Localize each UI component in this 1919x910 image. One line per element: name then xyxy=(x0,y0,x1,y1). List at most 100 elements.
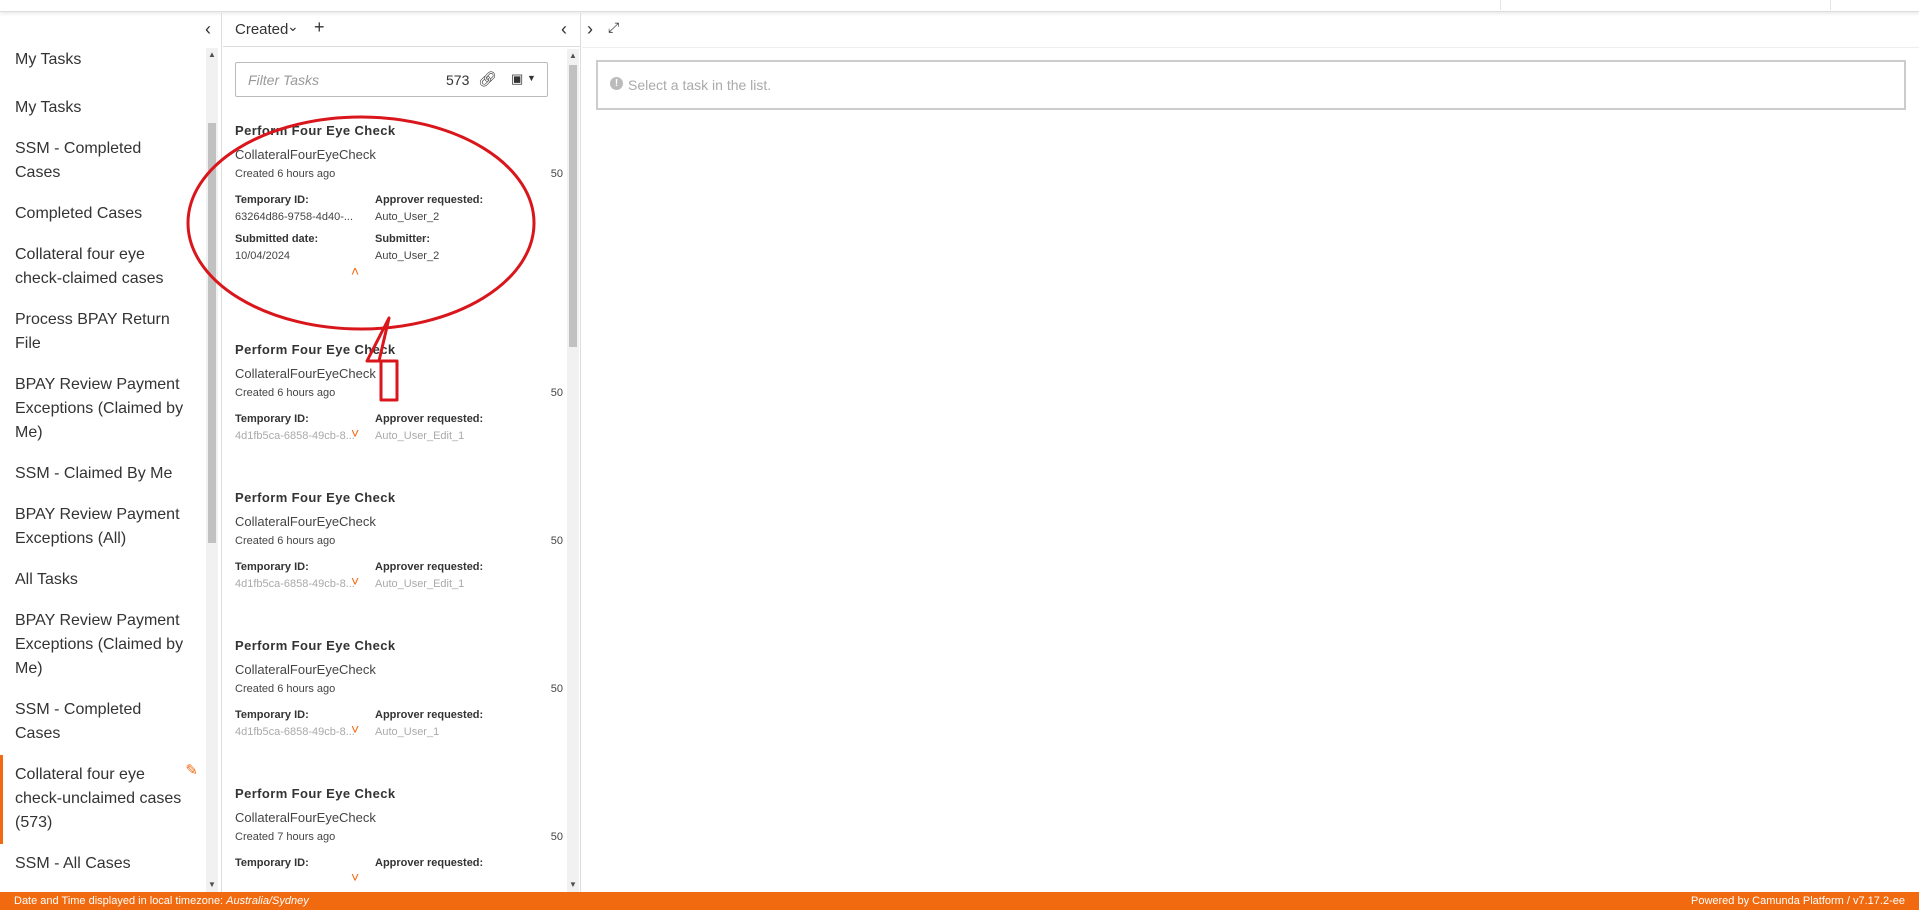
sidebar-item-label: Completed Cases xyxy=(15,205,143,222)
sort-chevron-down-icon[interactable]: ⌄ xyxy=(287,18,299,35)
sidebar-item-ssm-all-cases[interactable]: SSM - All Cases xyxy=(0,844,204,885)
field-label: Approver requested: xyxy=(375,413,484,425)
task-card[interactable]: Perform Four Eye Check CollateralFourEyeC… xyxy=(223,786,563,892)
task-card[interactable]: Perform Four Eye Check CollateralFourEyeC… xyxy=(223,123,563,342)
task-cards-list: Perform Four Eye Check CollateralFourEyeC… xyxy=(223,123,563,892)
sidebar-item-my-tasks[interactable]: My Tasks xyxy=(0,88,204,129)
expand-chevron-right-icon[interactable]: › xyxy=(587,19,593,40)
task-list-panel: Created ⌄ + ‹ 573 🔗︎ ▣ ▼ Perform Four Ey… xyxy=(223,13,581,892)
save-dropdown-caret-icon[interactable]: ▼ xyxy=(527,73,536,83)
save-floppy-icon[interactable]: ▣ xyxy=(511,71,523,87)
sidebar-item-bpay-review-payment-exceptions-claimed-by-me[interactable]: BPAY Review Payment Exceptions (Claimed … xyxy=(0,601,204,690)
field-value: Auto_User_Edit_1 xyxy=(375,430,465,442)
process-definition-name: CollateralFourEyeCheck xyxy=(235,514,376,529)
task-card[interactable]: Perform Four Eye Check CollateralFourEyeC… xyxy=(223,342,563,490)
task-title[interactable]: Perform Four Eye Check xyxy=(235,638,396,653)
task-title[interactable]: Perform Four Eye Check xyxy=(235,490,396,505)
expand-chevron-down-icon[interactable]: ˅ xyxy=(351,721,359,737)
sidebar-item-collateral-four-eye-check-claimed-cases[interactable]: Collateral four eye check-claimed cases xyxy=(0,235,204,300)
sort-by-created[interactable]: Created xyxy=(235,21,288,38)
sidebar-item-bpay-review-payment-exceptions-all[interactable]: BPAY Review Payment Exceptions (All) xyxy=(0,495,204,560)
sidebar-item-label: BPAY Review Payment Exceptions (All) xyxy=(15,506,180,547)
expand-chevron-down-icon[interactable]: ˅ xyxy=(351,425,359,441)
field-label: Approver requested: xyxy=(375,194,484,206)
select-task-message: Select a task in the list. xyxy=(628,77,772,93)
task-card[interactable]: Perform Four Eye Check CollateralFourEyeC… xyxy=(223,638,563,786)
sidebar-item-all-tasks[interactable]: All Tasks xyxy=(0,560,204,601)
field-label: Temporary ID: xyxy=(235,857,309,869)
add-sorting-plus-icon[interactable]: + xyxy=(314,17,325,38)
sidebar-item-label: SSM - Completed Cases xyxy=(15,140,142,181)
sidebar-item-my-tasks[interactable]: My Tasks xyxy=(0,48,204,88)
scroll-down-arrow-icon[interactable]: ▼ xyxy=(567,878,579,892)
scrollbar-thumb[interactable] xyxy=(569,65,577,347)
sidebar-item-label: My Tasks xyxy=(15,51,82,68)
field-value: Auto_User_1 xyxy=(375,726,440,738)
top-navbar xyxy=(0,0,1919,12)
task-card[interactable]: Perform Four Eye Check CollateralFourEyeC… xyxy=(223,490,563,638)
sidebar-item-label: SSM - Completed Cases xyxy=(15,701,142,742)
field-label: Temporary ID: xyxy=(235,561,309,573)
fullscreen-expand-icon[interactable]: ⤢ xyxy=(608,19,619,36)
field-label: Approver requested: xyxy=(375,857,484,869)
field-label: Submitted date: xyxy=(235,233,319,245)
collapse-list-chevron-left-icon[interactable]: ‹ xyxy=(561,19,567,40)
edit-pencil-icon[interactable]: ✎ xyxy=(185,759,198,783)
scroll-up-arrow-icon[interactable]: ▲ xyxy=(567,49,579,63)
sidebar-item-collateral-four-eye-check-unclaimed-cases-573[interactable]: Collateral four eye check-unclaimed case… xyxy=(0,755,204,844)
task-title[interactable]: Perform Four Eye Check xyxy=(235,786,396,801)
sidebar-item-ssm-completed-cases[interactable]: SSM - Completed Cases xyxy=(0,129,204,194)
field-label: Approver requested: xyxy=(375,561,484,573)
task-count: 573 xyxy=(446,72,470,88)
collapse-filters-chevron-left-icon[interactable]: ‹ xyxy=(200,19,216,39)
detail-header-divider xyxy=(582,47,1919,48)
navbar-divider xyxy=(1500,0,1501,10)
expand-chevron-down-icon[interactable]: ˅ xyxy=(351,869,359,885)
sidebar-item-process-bpay-return-file[interactable]: Process BPAY Return File xyxy=(0,300,204,365)
filters-scrollbar[interactable]: ▲ ▼ xyxy=(206,48,218,892)
sidebar-item-label: My Tasks xyxy=(15,99,82,116)
process-definition-name: CollateralFourEyeCheck xyxy=(235,147,376,162)
timezone-notice: Date and Time displayed in local timezon… xyxy=(14,895,309,907)
field-value: 10/04/2024 xyxy=(235,250,291,262)
task-detail-panel: › ⤢ ! Select a task in the list. xyxy=(582,13,1919,892)
filter-list: My Tasks My Tasks SSM - Completed Cases Com… xyxy=(0,48,204,892)
collapse-chevron-up-icon[interactable]: ˄ xyxy=(351,263,359,279)
created-time: Created 6 hours ago xyxy=(235,168,336,180)
scroll-down-arrow-icon[interactable]: ▼ xyxy=(206,878,218,892)
timezone-name: Australia/Sydney xyxy=(226,895,309,907)
scroll-up-arrow-icon[interactable]: ▲ xyxy=(206,48,218,62)
sidebar-item-label: SSM - All Cases xyxy=(15,855,131,872)
created-time: Created 7 hours ago xyxy=(235,831,336,843)
process-definition-name: CollateralFourEyeCheck xyxy=(235,366,376,381)
task-priority: 50 xyxy=(550,387,563,399)
field-value: Auto_User_2 xyxy=(375,211,440,223)
created-time: Created 6 hours ago xyxy=(235,535,336,547)
footer-bar: Date and Time displayed in local timezon… xyxy=(0,892,1919,910)
sidebar-item-collateral-four-eye[interactable]: Collateral four eye xyxy=(0,885,204,892)
scrollbar-thumb[interactable] xyxy=(208,123,216,543)
sidebar-item-label: BPAY Review Payment Exceptions (Claimed … xyxy=(15,612,184,677)
sidebar-item-completed-cases[interactable]: Completed Cases xyxy=(0,194,204,235)
sidebar-item-label: Collateral four eye check-claimed cases xyxy=(15,246,164,287)
field-value: Auto_User_Edit_1 xyxy=(375,578,465,590)
filter-tasks-input[interactable] xyxy=(236,63,436,96)
sidebar-item-label: Process BPAY Return File xyxy=(15,311,170,352)
expand-chevron-down-icon[interactable]: ˅ xyxy=(351,573,359,589)
filters-panel: ‹ My Tasks My Tasks SSM - Completed Cases C… xyxy=(0,13,222,892)
field-value: Auto_User_2 xyxy=(375,250,440,262)
task-priority: 50 xyxy=(550,683,563,695)
created-time: Created 6 hours ago xyxy=(235,387,336,399)
task-title[interactable]: Perform Four Eye Check xyxy=(235,123,396,138)
sidebar-item-bpay-review-payment-exceptions-claimed-by-me[interactable]: BPAY Review Payment Exceptions (Claimed … xyxy=(0,365,204,454)
field-label: Temporary ID: xyxy=(235,413,309,425)
info-icon: ! xyxy=(610,77,623,90)
sidebar-item-ssm-claimed-by-me[interactable]: SSM - Claimed By Me xyxy=(0,454,204,495)
field-label: Approver requested: xyxy=(375,709,484,721)
sidebar-item-label: SSM - Claimed By Me xyxy=(15,465,173,482)
task-list-scrollbar[interactable]: ▲ ▼ xyxy=(567,49,579,892)
link-icon[interactable]: 🔗︎ xyxy=(478,70,497,88)
sidebar-item-ssm-completed-cases[interactable]: SSM - Completed Cases xyxy=(0,690,204,755)
task-title[interactable]: Perform Four Eye Check xyxy=(235,342,396,357)
process-definition-name: CollateralFourEyeCheck xyxy=(235,810,376,825)
